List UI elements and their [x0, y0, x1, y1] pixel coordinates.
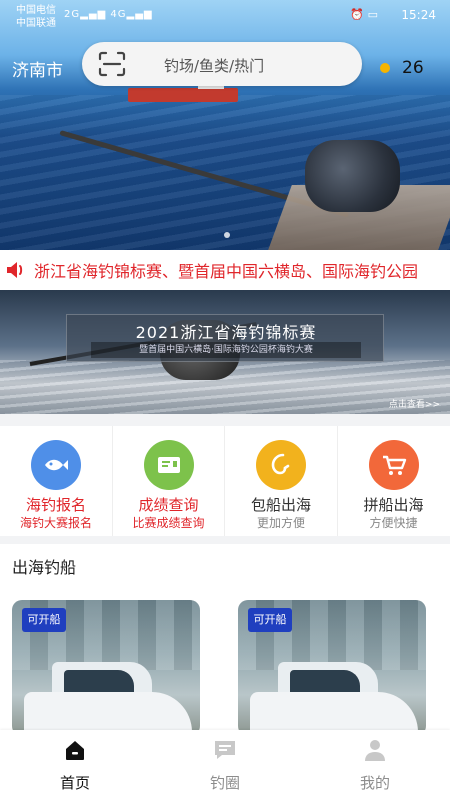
fishing-hook-icon	[256, 440, 306, 490]
menu-item-subtitle: 比赛成绩查询	[132, 516, 205, 530]
event-title: 2021浙江省海钓锦标赛	[135, 323, 317, 342]
home-icon	[66, 741, 84, 760]
carousel-dot[interactable]	[224, 232, 230, 238]
notice-bar[interactable]: 浙江省海钓锦标赛、暨首届中国六横岛、国际海钓公园	[0, 250, 450, 290]
menu-item-subtitle: 方便快捷	[369, 516, 418, 530]
temperature-value: 26	[402, 58, 424, 78]
speaker-icon	[7, 262, 23, 278]
ticket-icon	[143, 440, 194, 490]
menu-item-sea-fishing-signup[interactable]: 海钓报名 海钓大赛报名	[0, 426, 113, 536]
carrier-label-1: 中国电信	[16, 5, 56, 16]
signal-label-2: 4G	[110, 9, 127, 20]
ship-image	[128, 80, 238, 102]
menu-item-charter-boat[interactable]: 包船出海 更加方便	[225, 426, 338, 536]
tab-label: 首页	[59, 774, 90, 792]
signal-label-1: 2G	[64, 9, 81, 20]
alarm-icon: ⏰	[350, 8, 365, 21]
event-more-link[interactable]: 点击查看>>	[389, 397, 440, 410]
bottom-tab-bar: 首页 钓圈 我的	[0, 730, 450, 800]
scan-icon[interactable]	[98, 51, 126, 77]
event-banner[interactable]: 2021浙江省海钓锦标赛 暨首届中国六横岛·国际海钓公园杯海钓大赛 点击查看>>	[0, 290, 450, 414]
status-time: 15:24	[401, 8, 436, 22]
menu-item-title: 海钓报名	[25, 496, 86, 514]
battery-icon: ▭	[367, 8, 378, 21]
search-placeholder: 钓场/鱼类/热门	[164, 57, 265, 75]
section-title: 出海钓船	[12, 558, 77, 577]
menu-item-subtitle: 更加方便	[256, 516, 305, 530]
menu-item-subtitle: 海钓大赛报名	[19, 516, 92, 530]
event-subtitle: 暨首届中国六横岛·国际海钓公园杯海钓大赛	[91, 342, 361, 358]
tab-label: 钓圈	[209, 774, 240, 792]
menu-item-score-query[interactable]: 成绩查询 比赛成绩查询	[113, 426, 225, 536]
tab-mine[interactable]: 我的	[300, 730, 450, 800]
signal-indicator: 2G▂▄▆ 4G▂▄▆	[64, 9, 153, 20]
status-badge: 可开船	[248, 608, 292, 632]
menu-item-title: 拼船出海	[363, 496, 424, 514]
menu-item-title: 成绩查询	[138, 496, 199, 514]
hero-banner[interactable]: 中国电信 中国联通 2G▂▄▆ 4G▂▄▆ ⏰ ▭ 15:24 济南市 钓场/鱼…	[0, 0, 450, 250]
status-badge: 可开船	[22, 608, 66, 632]
fishing-reel-image	[305, 140, 400, 212]
fish-icon	[31, 440, 81, 490]
sun-icon	[380, 63, 390, 73]
tab-home[interactable]: 首页	[0, 730, 150, 800]
boat-card[interactable]: 可开船	[12, 600, 200, 736]
city-selector[interactable]: 济南市	[12, 56, 63, 81]
menu-item-title: 包船出海	[250, 496, 311, 514]
boat-card[interactable]: 可开船	[238, 600, 426, 736]
carrier-info: 中国电信 中国联通	[16, 4, 56, 30]
status-bar: 中国电信 中国联通 2G▂▄▆ 4G▂▄▆ ⏰ ▭ 15:24	[0, 0, 450, 34]
status-icons: ⏰ ▭	[350, 8, 378, 21]
tab-fishing-circle[interactable]: 钓圈	[150, 730, 300, 800]
carousel-indicator[interactable]	[222, 232, 232, 238]
user-icon	[365, 740, 385, 761]
notice-text: 浙江省海钓锦标赛、暨首届中国六横岛、国际海钓公园	[34, 262, 419, 281]
event-title-box: 2021浙江省海钓锦标赛 暨首届中国六横岛·国际海钓公园杯海钓大赛	[66, 314, 384, 362]
quick-menu: 海钓报名 海钓大赛报名 成绩查询 比赛成绩查询 包船出海 更加方便 拼船出海 方…	[0, 426, 450, 536]
search-bar[interactable]: 钓场/鱼类/热门	[82, 42, 362, 86]
boat-window-image	[64, 670, 134, 692]
boat-list: 可开船 可开船	[0, 586, 450, 736]
cart-icon	[368, 440, 419, 490]
tab-label: 我的	[359, 774, 390, 792]
carrier-label-2: 中国联通	[16, 18, 56, 29]
menu-item-shared-boat[interactable]: 拼船出海 方便快捷	[338, 426, 450, 536]
weather-widget[interactable]: 26	[380, 58, 424, 78]
chat-icon	[215, 741, 235, 759]
section-header: 出海钓船	[0, 544, 450, 586]
boat-window-image	[290, 670, 360, 692]
